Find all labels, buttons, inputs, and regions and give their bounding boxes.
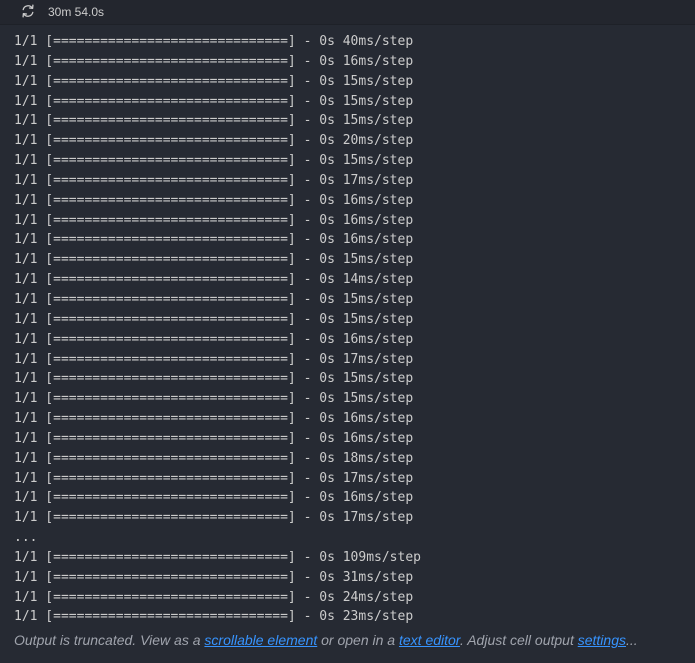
output-line: 1/1 [==============================] - 0… (14, 113, 414, 129)
truncation-text: ... (625, 632, 638, 648)
output-line: 1/1 [==============================] - 0… (14, 73, 414, 89)
truncation-text: or open in a (317, 632, 399, 648)
execution-time: 30m 54.0s (48, 5, 105, 19)
output-line: 1/1 [==============================] - 0… (14, 589, 414, 605)
output-line: 1/1 [==============================] - 0… (14, 609, 414, 625)
output-line: 1/1 [==============================] - 0… (14, 569, 414, 585)
truncation-text: Output is truncated. View as a (14, 632, 205, 648)
output-line: 1/1 [==============================] - 0… (14, 53, 414, 69)
output-line: 1/1 [==============================] - 0… (14, 272, 414, 288)
output-line: 1/1 [==============================] - 0… (14, 153, 414, 169)
truncation-notice: Output is truncated. View as a scrollabl… (14, 631, 684, 649)
cell-output-text: 1/1 [==============================] - 0… (14, 32, 684, 627)
truncation-text: . Adjust cell output (459, 632, 578, 648)
output-line: 1/1 [==============================] - 0… (14, 391, 414, 407)
notebook-output-cell: 30m 54.0s 1/1 [=========================… (0, 0, 695, 663)
output-line: 1/1 [==============================] - 0… (14, 133, 414, 149)
cell-status-bar: 30m 54.0s (0, 0, 695, 25)
output-ellipsis: ... (14, 530, 38, 546)
output-line: 1/1 [==============================] - 0… (14, 371, 414, 387)
output-line: 1/1 [==============================] - 0… (14, 490, 414, 506)
output-line: 1/1 [==============================] - 0… (14, 470, 414, 486)
output-line: 1/1 [==============================] - 0… (14, 430, 414, 446)
output-line: 1/1 [==============================] - 0… (14, 172, 414, 188)
refresh-icon[interactable] (20, 3, 36, 19)
output-line: 1/1 [==============================] - 0… (14, 252, 414, 268)
scrollable-element-link[interactable]: scrollable element (204, 632, 317, 648)
output-line: 1/1 [==============================] - 0… (14, 411, 414, 427)
output-line: 1/1 [==============================] - 0… (14, 192, 414, 208)
output-line: 1/1 [==============================] - 0… (14, 450, 414, 466)
output-line: 1/1 [==============================] - 0… (14, 351, 414, 367)
output-line: 1/1 [==============================] - 0… (14, 34, 414, 49)
output-line: 1/1 [==============================] - 0… (14, 212, 414, 228)
output-line: 1/1 [==============================] - 0… (14, 311, 414, 327)
settings-link[interactable]: settings (578, 632, 626, 648)
output-line: 1/1 [==============================] - 0… (14, 510, 414, 526)
output-line: 1/1 [==============================] - 0… (14, 232, 414, 248)
output-line: 1/1 [==============================] - 0… (14, 549, 421, 565)
output-line: 1/1 [==============================] - 0… (14, 331, 414, 347)
output-line: 1/1 [==============================] - 0… (14, 291, 414, 307)
text-editor-link[interactable]: text editor (399, 632, 460, 648)
output-line: 1/1 [==============================] - 0… (14, 93, 414, 109)
